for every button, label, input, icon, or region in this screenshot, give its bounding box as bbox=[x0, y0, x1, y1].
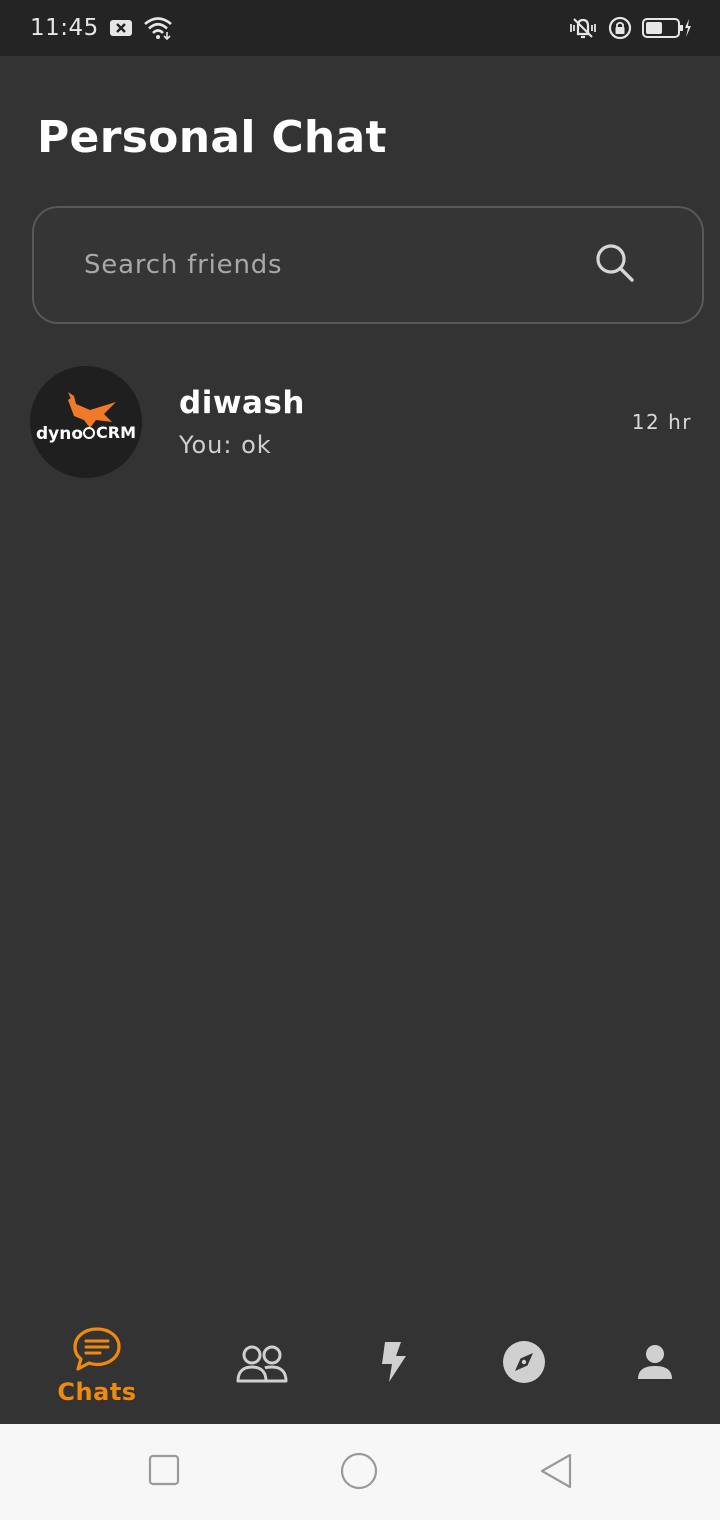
chat-preview: You: ok bbox=[179, 431, 272, 459]
bottom-nav: Chats bbox=[0, 1316, 720, 1424]
chat-name: diwash bbox=[179, 385, 305, 421]
people-icon bbox=[235, 1344, 289, 1388]
square-icon bbox=[148, 1454, 180, 1486]
notification-x-icon bbox=[109, 18, 133, 38]
vibrate-icon bbox=[568, 16, 598, 40]
dyno-crm-logo: dyno CRM bbox=[30, 366, 142, 478]
status-time: 11:45 bbox=[30, 15, 99, 41]
compass-icon bbox=[502, 1340, 546, 1388]
avatar-logo-right: CRM bbox=[96, 423, 136, 442]
search-icon[interactable] bbox=[594, 242, 636, 288]
status-bar: 11:45 bbox=[0, 0, 720, 56]
lightning-icon bbox=[379, 1340, 407, 1388]
back-triangle-icon bbox=[540, 1453, 572, 1489]
battery-charging-icon bbox=[642, 17, 692, 39]
lock-rotation-icon bbox=[608, 16, 632, 40]
avatar-logo-left: dyno bbox=[36, 424, 83, 444]
system-nav-bar bbox=[0, 1424, 720, 1520]
chat-list-item[interactable]: dyno CRM diwash You: ok 12 hr bbox=[30, 366, 694, 478]
nav-label-chats: Chats bbox=[57, 1378, 137, 1406]
person-icon bbox=[637, 1344, 673, 1384]
home-button[interactable] bbox=[340, 1452, 378, 1494]
back-button[interactable] bbox=[538, 1452, 574, 1494]
nav-chats[interactable]: Chats bbox=[52, 1326, 142, 1434]
status-left: 11:45 bbox=[30, 15, 173, 41]
recents-button[interactable] bbox=[148, 1454, 180, 1490]
avatar: dyno CRM bbox=[30, 366, 142, 478]
chat-time: 12 hr bbox=[631, 410, 692, 434]
search-input[interactable] bbox=[84, 250, 544, 280]
chat-bubble-icon bbox=[72, 1326, 122, 1376]
status-right bbox=[568, 16, 692, 40]
circle-icon bbox=[340, 1452, 378, 1490]
search-bar[interactable] bbox=[32, 206, 704, 324]
wifi-icon bbox=[143, 16, 173, 40]
chat-text: diwash You: ok bbox=[179, 385, 694, 459]
page-title: Personal Chat bbox=[37, 112, 387, 163]
